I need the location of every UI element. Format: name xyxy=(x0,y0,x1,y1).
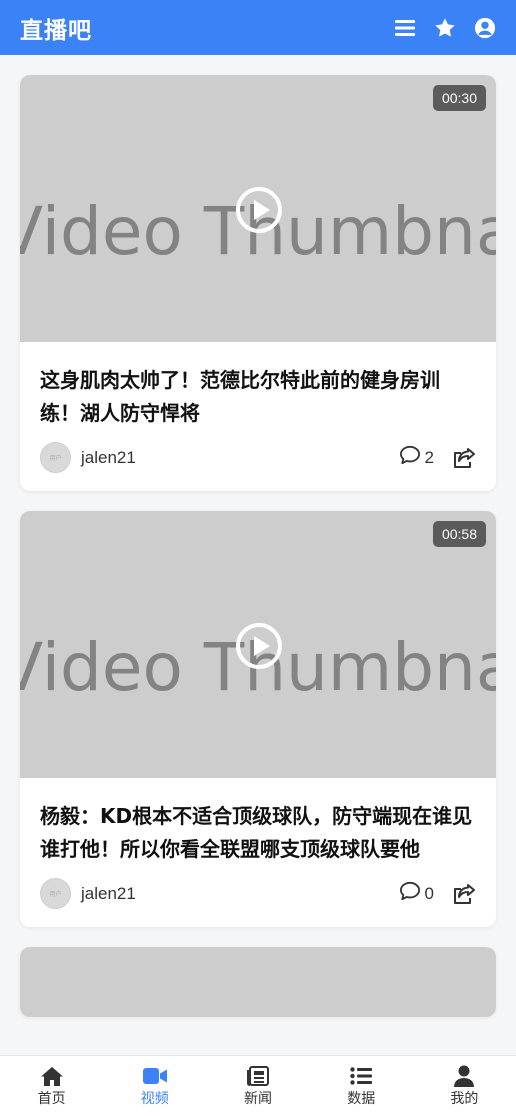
duration-badge: 00:58 xyxy=(432,521,486,547)
tab-label: 视频 xyxy=(140,1091,169,1107)
tab-label: 我的 xyxy=(450,1091,479,1107)
video-thumbnail[interactable]: Video Thumbnail 00:58 xyxy=(20,511,496,778)
tab-label: 新闻 xyxy=(244,1091,272,1107)
menu-icon[interactable] xyxy=(394,17,416,39)
tab-news[interactable]: 新闻 xyxy=(206,1056,309,1116)
duration-badge: 00:30 xyxy=(432,85,486,111)
header-actions xyxy=(394,17,496,39)
comment-button[interactable]: 2 xyxy=(399,445,434,470)
video-icon xyxy=(142,1065,167,1087)
bottom-tab-bar: 首页 视频 新闻 数据 我的 xyxy=(0,1055,516,1116)
share-icon[interactable] xyxy=(452,447,476,469)
video-title[interactable]: 这身肌肉太帅了！范德比尔特此前的健身房训练！湖人防守悍将 xyxy=(40,364,476,430)
tab-data[interactable]: 数据 xyxy=(310,1056,413,1116)
comment-count: 2 xyxy=(424,447,434,467)
author-name[interactable]: jalen21 xyxy=(81,884,136,904)
user-icon xyxy=(454,1065,475,1087)
play-icon[interactable] xyxy=(236,623,282,669)
tab-profile[interactable]: 我的 xyxy=(413,1056,516,1116)
tab-home[interactable]: 首页 xyxy=(0,1056,103,1116)
video-card-partial[interactable] xyxy=(20,947,496,1017)
tab-video[interactable]: 视频 xyxy=(103,1056,206,1116)
video-title[interactable]: 杨毅：KD根本不适合顶级球队，防守端现在谁见谁打他！所以你看全联盟哪支顶级球队要… xyxy=(40,800,476,866)
newspaper-icon xyxy=(247,1065,269,1087)
tab-label: 数据 xyxy=(347,1091,376,1107)
app-header: 直播吧 xyxy=(0,0,516,55)
app-title: 直播吧 xyxy=(20,17,92,44)
video-thumbnail[interactable]: Video Thumbnail 00:30 xyxy=(20,75,496,342)
comment-count: 0 xyxy=(424,883,434,903)
home-icon xyxy=(40,1065,64,1087)
author-name[interactable]: jalen21 xyxy=(81,448,136,468)
star-icon[interactable] xyxy=(434,17,456,39)
video-thumbnail[interactable] xyxy=(20,947,496,1017)
video-card[interactable]: Video Thumbnail 00:58 杨毅：KD根本不适合顶级球队，防守端… xyxy=(20,511,496,927)
play-icon[interactable] xyxy=(236,187,282,233)
comment-icon xyxy=(399,881,421,906)
comment-icon xyxy=(399,445,421,470)
video-card[interactable]: Video Thumbnail 00:30 这身肌肉太帅了！范德比尔特此前的健身… xyxy=(20,75,496,491)
video-feed: Video Thumbnail 00:30 这身肌肉太帅了！范德比尔特此前的健身… xyxy=(20,75,496,1037)
comment-button[interactable]: 0 xyxy=(399,881,434,906)
share-icon[interactable] xyxy=(452,883,476,905)
list-icon xyxy=(350,1065,373,1087)
tab-label: 首页 xyxy=(37,1091,66,1107)
user-circle-icon[interactable] xyxy=(474,17,496,39)
avatar[interactable]: 用户 xyxy=(40,442,71,473)
avatar[interactable]: 用户 xyxy=(40,878,71,909)
